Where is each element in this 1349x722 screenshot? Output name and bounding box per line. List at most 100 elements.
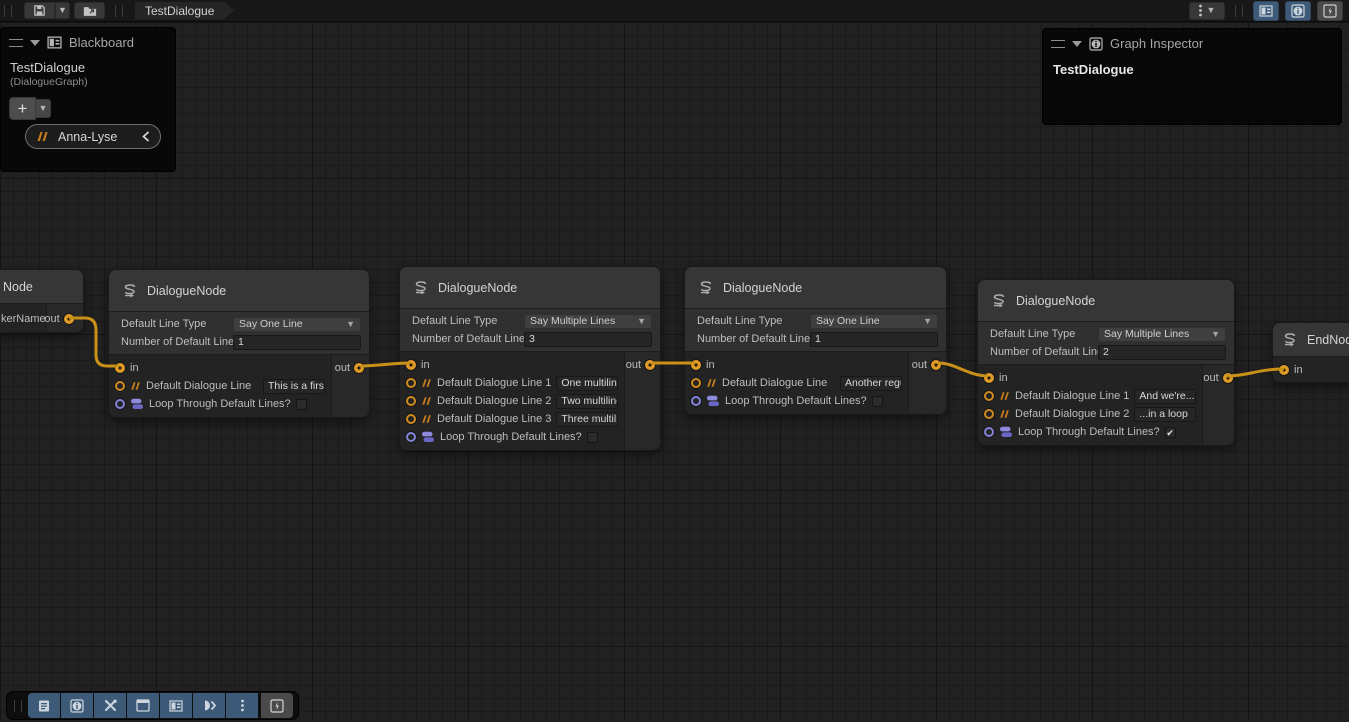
loop-port[interactable] [115, 399, 125, 409]
loop-port[interactable] [984, 427, 994, 437]
dialogue-line-port[interactable] [406, 378, 416, 388]
graph-inspector-panel[interactable]: Graph Inspector TestDialogue [1042, 28, 1342, 125]
graph-inspector-button[interactable] [61, 693, 93, 718]
quote-string-icon [421, 396, 432, 406]
dialogue-line-field[interactable]: Another regu [840, 376, 902, 391]
window-button[interactable] [127, 693, 159, 718]
toolbar-drag-handle[interactable] [1235, 5, 1243, 17]
line-type-dropdown[interactable]: Say Multiple Lines▼ [1098, 327, 1226, 342]
open-graph-button[interactable] [74, 2, 105, 19]
blackboard-button[interactable] [160, 693, 192, 718]
preview-button[interactable] [261, 693, 293, 718]
dialogue-line-port[interactable] [406, 396, 416, 406]
out-port[interactable] [1223, 373, 1233, 383]
notes-button[interactable] [28, 693, 60, 718]
node-title-bar[interactable]: DialogueNode [685, 267, 946, 309]
graph-canvas[interactable]: ▼ TestDialogue ▼ [0, 0, 1349, 722]
collapse-arrow-icon[interactable] [1072, 41, 1082, 47]
dialogue-node-3[interactable]: DialogueNode Default Line Type Say One L… [684, 266, 947, 415]
boolean-icon [421, 431, 435, 443]
collapse-arrow-icon[interactable] [30, 40, 40, 46]
save-dropdown-button[interactable]: ▼ [55, 2, 70, 19]
end-node[interactable]: EndNode in [1272, 322, 1349, 383]
line-type-label: Default Line Type [693, 315, 810, 327]
transition-button[interactable] [193, 693, 225, 718]
more-options-button[interactable] [226, 693, 258, 718]
dialogue-line-field[interactable]: One multiline [556, 376, 618, 391]
in-port[interactable] [984, 373, 994, 383]
dialogue-line-port[interactable] [115, 381, 125, 391]
loop-port[interactable] [691, 396, 701, 406]
port-label: Default Dialogue Line 2 [1015, 408, 1129, 420]
out-port[interactable] [645, 360, 655, 370]
blackboard-toggle-button[interactable] [1253, 1, 1279, 21]
num-lines-field[interactable]: 2 [1098, 345, 1226, 360]
line-type-dropdown[interactable]: Say One Line▼ [233, 317, 361, 332]
chevron-down-icon: ▼ [637, 316, 646, 326]
dialogue-line-field[interactable]: This is a first [263, 379, 325, 394]
start-node[interactable]: Node kerName out [0, 269, 84, 333]
in-port[interactable] [406, 360, 416, 370]
toolbar-drag-handle[interactable] [14, 700, 22, 712]
line-type-dropdown[interactable]: Say One Line▼ [810, 314, 938, 329]
dialogue-node-4[interactable]: DialogueNode Default Line Type Say Multi… [977, 279, 1235, 446]
loop-port[interactable] [406, 432, 416, 442]
drag-handle-icon[interactable] [9, 39, 23, 47]
loop-checkbox[interactable] [872, 396, 883, 407]
blackboard-header[interactable]: Blackboard [1, 28, 175, 54]
port-label: out [44, 313, 59, 325]
add-property-button[interactable]: + [9, 97, 36, 120]
chevron-left-icon[interactable] [142, 131, 150, 142]
in-port[interactable] [691, 360, 701, 370]
toolbar-options-button[interactable]: ▼ [1189, 2, 1225, 20]
node-title-bar[interactable]: DialogueNode [978, 280, 1234, 322]
in-port[interactable] [115, 363, 125, 373]
toolbar-drag-handle[interactable] [115, 5, 123, 17]
toolbar-drag-handle[interactable] [4, 5, 12, 17]
breadcrumb-label: TestDialogue [145, 4, 214, 18]
dialogue-line-port[interactable] [984, 409, 994, 419]
blackboard-field-anna-lyse[interactable]: Anna-Lyse [25, 124, 161, 149]
quote-string-icon [421, 414, 432, 424]
port-label: Default Dialogue Line [722, 377, 827, 389]
num-lines-field[interactable]: 3 [524, 332, 652, 347]
loop-checkbox[interactable] [587, 432, 598, 443]
dialogue-line-field[interactable]: Three multilin [556, 412, 618, 427]
loop-checkbox[interactable] [296, 399, 307, 410]
chevron-down-icon: ▼ [346, 319, 355, 329]
kebab-menu-icon [241, 699, 244, 712]
num-lines-field[interactable]: 1 [810, 332, 938, 347]
dialogue-line-field[interactable]: Two multiline [556, 394, 618, 409]
dialogue-line-port[interactable] [984, 391, 994, 401]
add-property-dropdown[interactable]: ▼ [36, 99, 51, 118]
node-title-bar[interactable]: DialogueNode [109, 270, 369, 312]
out-port[interactable] [64, 314, 74, 324]
drag-handle-icon[interactable] [1051, 40, 1065, 48]
dialogue-line-field[interactable]: And we're... [1134, 389, 1196, 404]
graph-inspector-toggle-button[interactable] [1285, 1, 1311, 21]
out-port[interactable] [354, 363, 364, 373]
dialogue-node-1[interactable]: DialogueNode Default Line Type Say One L… [108, 269, 370, 418]
out-port[interactable] [931, 360, 941, 370]
node-title-bar[interactable]: EndNode [1273, 323, 1349, 357]
dialogue-line-field[interactable]: ...in a loop [1134, 407, 1196, 422]
save-button[interactable] [24, 2, 55, 19]
node-title-bar[interactable]: DialogueNode [400, 267, 660, 309]
node-title: Node [3, 280, 33, 294]
node-title-bar[interactable]: Node [0, 270, 83, 304]
dialogue-line-port[interactable] [691, 378, 701, 388]
in-port[interactable] [1279, 365, 1289, 375]
graph-inspector-header[interactable]: Graph Inspector [1043, 29, 1341, 55]
preview-toggle-button[interactable] [1317, 1, 1343, 21]
line-type-dropdown[interactable]: Say Multiple Lines▼ [524, 314, 652, 329]
num-lines-field[interactable]: 1 [233, 335, 361, 350]
breadcrumb-tab[interactable]: TestDialogue [135, 2, 234, 20]
tools-button[interactable] [94, 693, 126, 718]
port-label: in [421, 359, 430, 371]
dialogue-node-2[interactable]: DialogueNode Default Line Type Say Multi… [399, 266, 661, 451]
port-label: Default Dialogue Line 3 [437, 413, 551, 425]
loop-checkbox[interactable]: ✔ [1165, 427, 1176, 438]
blackboard-graph-name: TestDialogue [1, 54, 175, 75]
blackboard-panel[interactable]: Blackboard TestDialogue (DialogueGraph) … [0, 27, 176, 172]
dialogue-line-port[interactable] [406, 414, 416, 424]
